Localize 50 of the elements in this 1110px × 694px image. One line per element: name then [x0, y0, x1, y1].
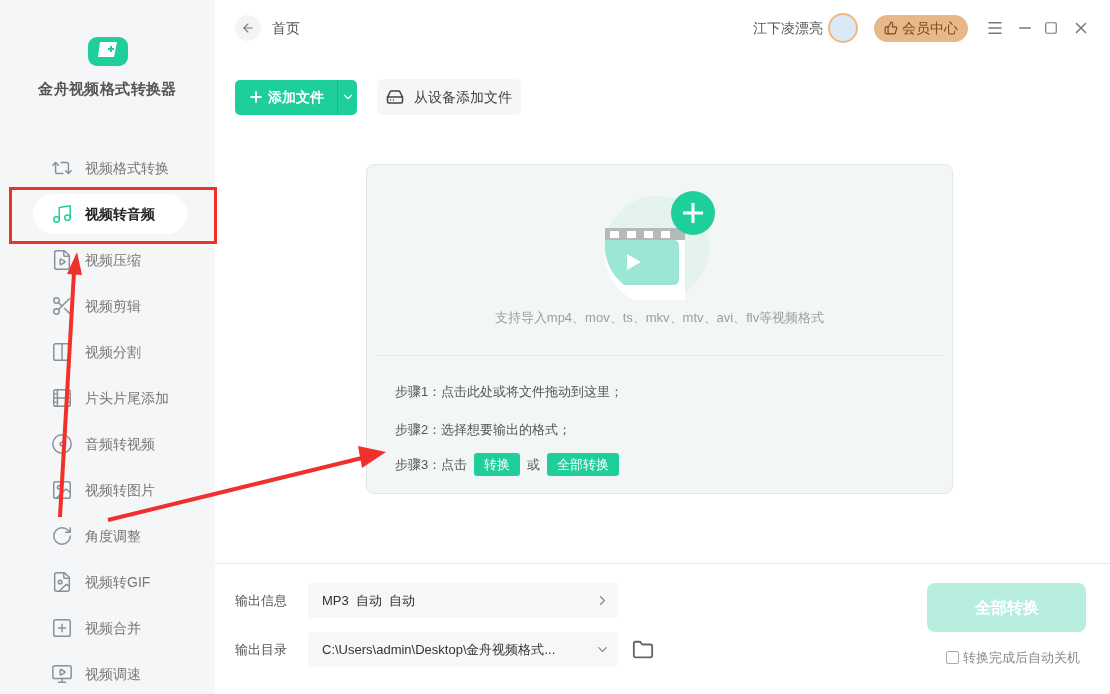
formats-hint: 支持导入mp4、mov、ts、mkv、mtv、avi、flv等视频格式	[494, 309, 825, 327]
add-from-device-button[interactable]: 从设备添加文件	[377, 79, 521, 115]
checkbox[interactable]	[946, 651, 959, 665]
convert-all-tag: 全部转换	[547, 453, 620, 476]
username: 江下凌漂亮	[753, 18, 823, 38]
sidebar-item[interactable]: 视频剪辑	[33, 286, 187, 326]
output-info-label: 输出信息	[235, 591, 287, 610]
sidebar-item[interactable]: 视频分割	[33, 332, 187, 372]
step-text: 步骤1：点击此处或将文件拖动到这里；	[395, 383, 625, 401]
back-button[interactable]	[235, 15, 261, 41]
folder-icon[interactable]	[632, 638, 654, 661]
convert-tag: 转换	[474, 453, 521, 476]
auto-shutdown-label: 转换完成后自动关机	[963, 649, 1080, 667]
back-arrow-icon	[241, 21, 255, 35]
film-strip-icon	[51, 387, 73, 409]
sidebar-item[interactable]: 视频转GIF	[33, 562, 187, 602]
step-text: 步骤3：点击	[395, 455, 468, 474]
sidebar-item[interactable]: 视频转图片	[33, 470, 187, 510]
image-icon	[51, 479, 73, 501]
disc-icon	[51, 433, 73, 455]
scissors-icon	[51, 295, 73, 317]
music-note-icon	[51, 203, 73, 225]
sidebar-item[interactable]: 视频合并	[33, 608, 187, 648]
sidebar-item[interactable]: 视频转音频	[33, 194, 187, 234]
step-text: 步骤2：选择想要输出的格式；	[395, 420, 573, 439]
vip-button[interactable]: 会员中心	[874, 14, 968, 42]
sidebar-item[interactable]: 视频调速	[33, 654, 187, 694]
breadcrumb: 首页	[272, 18, 300, 38]
maximize-icon[interactable]	[1044, 21, 1058, 35]
plus-icon	[248, 89, 264, 105]
sidebar-item[interactable]: 音频转视频	[33, 424, 187, 464]
output-format-field[interactable]: MP3 自动 自动	[308, 583, 618, 618]
menu-icon[interactable]	[986, 19, 1004, 37]
drop-zone[interactable]: 支持导入mp4、mov、ts、mkv、mtv、avi、flv等视频格式 步骤1：点击此处或将文件拖动到这里； 步骤2：选择想要输出的格式； 步骤3：点击 转换 或 全部转换	[366, 164, 953, 494]
app-title: 金舟视频格式转换器	[38, 78, 177, 99]
thumbs-up-icon	[884, 21, 898, 35]
app-logo-icon	[87, 37, 128, 66]
avatar[interactable]	[828, 13, 858, 43]
rotate-icon	[51, 525, 73, 547]
sidebar-item[interactable]: 视频格式转换	[33, 148, 187, 188]
sidebar-item[interactable]: 片头片尾添加	[33, 378, 187, 418]
video-file-icon	[51, 249, 73, 271]
hard-drive-icon	[386, 88, 404, 106]
output-dir-field[interactable]: C:\Users\admin\Desktop\金舟视频格式...	[308, 632, 618, 667]
sidebar-item[interactable]: 角度调整	[33, 516, 187, 556]
merge-icon	[51, 617, 73, 639]
monitor-play-icon	[51, 663, 73, 685]
sidebar-item[interactable]: 视频压缩	[33, 240, 187, 280]
output-dir-label: 输出目录	[235, 640, 287, 659]
step-text: 或	[527, 455, 541, 474]
